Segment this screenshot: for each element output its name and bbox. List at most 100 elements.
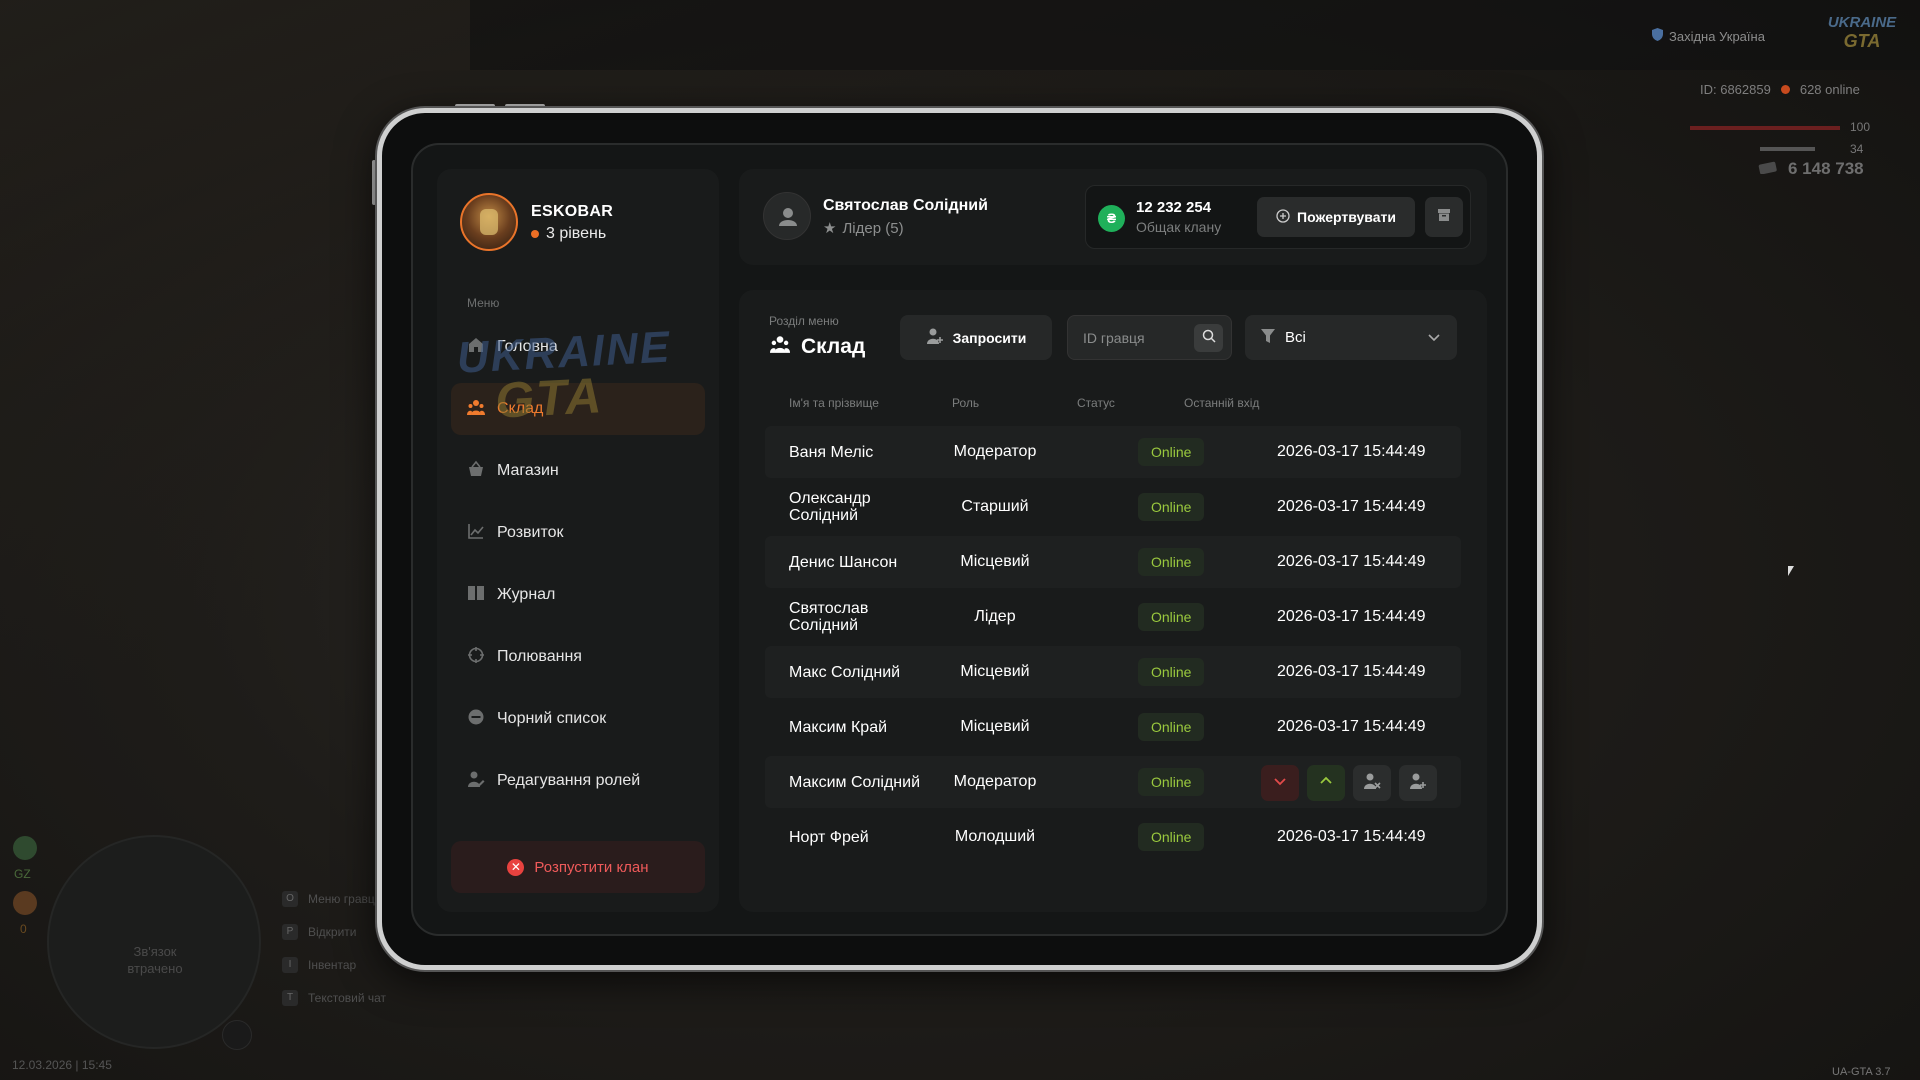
- chevron-up-icon: [1319, 774, 1333, 793]
- members-panel: Розділ меню Склад Запросити Всі Ім'я та …: [739, 290, 1487, 912]
- keyhint-item: I Інвентар: [282, 948, 386, 981]
- table-row[interactable]: Святослав Солідний Лідер Online 2026-03-…: [765, 591, 1461, 643]
- tablet-screen: ESKOBAR 3 рівень Меню Головна Склад Мага…: [411, 143, 1508, 936]
- last-login: 2026-03-17 15:44:49: [1277, 498, 1426, 515]
- keyhint-item: O Меню гравця: [282, 882, 386, 915]
- player-id-input[interactable]: [1068, 316, 1188, 359]
- storage-button[interactable]: [1425, 197, 1463, 237]
- minimap-status: Зв'язок втрачено: [127, 944, 183, 976]
- user-card: Святослав Солідний ★ Лідер (5) ₴ 12 232 …: [739, 169, 1487, 265]
- tablet-side-button: [372, 160, 376, 205]
- money-icon: [1758, 159, 1778, 179]
- sidebar: ESKOBAR 3 рівень Меню Головна Склад Мага…: [437, 169, 719, 912]
- members-table: Ваня Меліс Модератор Online 2026-03-17 1…: [765, 426, 1461, 866]
- sidebar-item-journal[interactable]: Журнал: [451, 569, 705, 621]
- promote-button[interactable]: [1307, 765, 1345, 801]
- last-login: 2026-03-17 15:44:49: [1277, 443, 1426, 460]
- player-id: ID: 6862859: [1700, 82, 1771, 97]
- chevron-down-icon: [1273, 774, 1287, 793]
- profile-level: 3 рівень: [531, 225, 606, 243]
- header-status: Статус: [1077, 396, 1115, 410]
- member-role: Старший: [961, 498, 1029, 515]
- clan-avatar: [460, 193, 518, 251]
- hud-region: Західна Україна: [1652, 28, 1765, 44]
- book-icon: [467, 584, 485, 607]
- user-edit-icon: [467, 770, 485, 793]
- profile-name: ESKOBAR: [531, 203, 614, 220]
- chart-icon: [467, 522, 485, 545]
- user-name: Святослав Солідний: [823, 197, 988, 214]
- hryvnia-coin-icon: ₴: [1098, 205, 1125, 232]
- online-dot-icon: [1780, 85, 1790, 94]
- hud-ids: ID: 6862859 628 online: [1700, 82, 1860, 97]
- user-remove-icon: [1363, 772, 1381, 795]
- sidebar-item-blacklist[interactable]: Чорний список: [451, 693, 705, 745]
- sidebar-item-development[interactable]: Розвиток: [451, 507, 705, 559]
- invite-button[interactable]: Запросити: [900, 315, 1052, 360]
- table-row[interactable]: Олександр Солідний Старший Online 2026-0…: [765, 481, 1461, 533]
- section-title: Склад: [769, 334, 865, 360]
- member-role: Місцевий: [960, 663, 1030, 680]
- donate-button[interactable]: Пожертвувати: [1257, 197, 1415, 237]
- status-badge: Online: [1138, 768, 1205, 796]
- members-icon: [769, 334, 791, 360]
- member-role: Місцевий: [960, 718, 1030, 735]
- member-role: Молодший: [954, 828, 1036, 845]
- add-member-button[interactable]: [1399, 765, 1437, 801]
- last-login: 2026-03-17 15:44:49: [1277, 718, 1426, 735]
- keyhint-item: P Відкрити: [282, 915, 386, 948]
- table-row[interactable]: Макс Солідний Місцевий Online 2026-03-17…: [765, 646, 1461, 698]
- status-badge: Online: [1138, 548, 1205, 576]
- member-role: Модератор: [953, 443, 1037, 460]
- sidebar-item-shop[interactable]: Магазин: [451, 445, 705, 497]
- wanted-indicator-icon: [13, 891, 37, 915]
- demote-button[interactable]: [1261, 765, 1299, 801]
- filter-icon: [1261, 328, 1275, 348]
- disband-clan-button[interactable]: ✕ Розпустити клан: [451, 841, 705, 893]
- member-name: Ваня Меліс: [789, 443, 874, 461]
- last-login: 2026-03-17 15:44:49: [1277, 608, 1426, 625]
- menu-caption: Меню: [467, 296, 500, 310]
- table-row[interactable]: Максим Солідний Модератор Online: [765, 756, 1461, 808]
- sidebar-item-roles[interactable]: Редагування ролей: [451, 755, 705, 807]
- table-row[interactable]: Денис Шансон Місцевий Online 2026-03-17 …: [765, 536, 1461, 588]
- member-name: Олександр Солідний: [789, 490, 871, 524]
- role-filter-select[interactable]: Всі: [1245, 315, 1457, 360]
- minimap: [47, 835, 261, 1049]
- status-badge: Online: [1138, 823, 1205, 851]
- bank-amount: 12 232 254: [1136, 199, 1212, 216]
- table-row[interactable]: Норт Фрей Молодший Online 2026-03-17 15:…: [765, 811, 1461, 863]
- status-badge: Online: [1138, 493, 1205, 521]
- ukraine-gta-watermark: UKRAINE GTA: [455, 322, 673, 429]
- crosshair-icon: [467, 646, 485, 669]
- status-badge: Online: [1138, 438, 1205, 466]
- user-role: ★ Лідер (5): [823, 219, 904, 238]
- filter-value: Всі: [1285, 329, 1306, 346]
- member-role: Модератор: [953, 773, 1037, 790]
- gz-indicator-icon: [13, 836, 37, 860]
- search-button[interactable]: [1194, 324, 1223, 352]
- chevron-down-icon: [1427, 330, 1441, 348]
- last-login: 2026-03-17 15:44:49: [1277, 828, 1426, 845]
- plus-circle-icon: [1276, 208, 1290, 226]
- armor-bar: [1760, 147, 1815, 151]
- member-name: Святослав Солідний: [789, 600, 869, 634]
- box-icon: [1437, 208, 1451, 227]
- table-row[interactable]: Максим Край Місцевий Online 2026-03-17 1…: [765, 701, 1461, 753]
- kick-member-button[interactable]: [1353, 765, 1391, 801]
- search-icon: [1202, 329, 1216, 348]
- mouse-cursor-icon: [1788, 566, 1794, 576]
- member-name: Норт Фрей: [789, 828, 869, 846]
- member-role: Лідер: [974, 608, 1016, 625]
- shield-icon: [1652, 28, 1663, 44]
- key-hints: O Меню гравця P Відкрити I Інвентар T Тексто…: [282, 882, 386, 1014]
- clan-bank: ₴ 12 232 254 Общак клану Пожертвувати: [1085, 185, 1471, 249]
- player-search: [1067, 315, 1232, 360]
- table-row[interactable]: Ваня Меліс Модератор Online 2026-03-17 1…: [765, 426, 1461, 478]
- sidebar-item-hunting[interactable]: Полювання: [451, 631, 705, 683]
- header-last-login: Останній вхід: [1184, 396, 1260, 410]
- last-login: 2026-03-17 15:44:49: [1277, 553, 1426, 570]
- status-badge: Online: [1138, 658, 1205, 686]
- keyhint-item: T Текстовий чат: [282, 981, 386, 1014]
- header-role: Роль: [952, 396, 980, 410]
